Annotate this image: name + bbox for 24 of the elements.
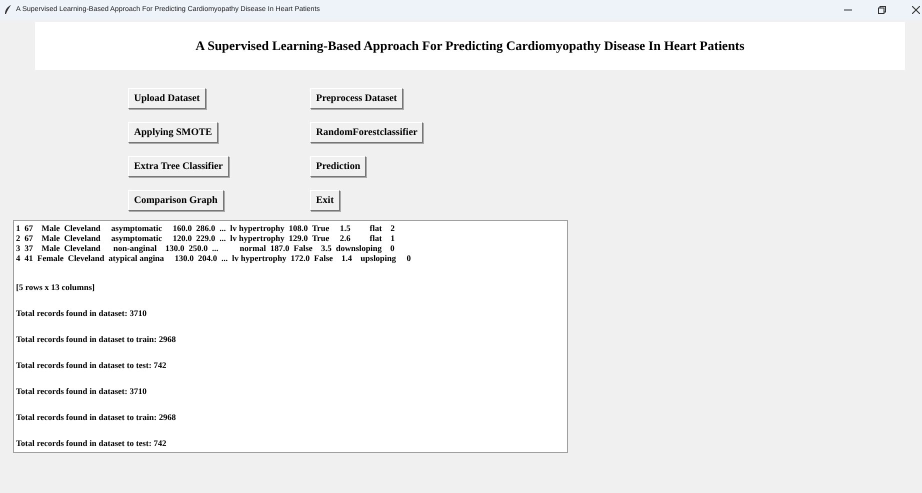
output-message: Total records found in dataset to train: 2968: [16, 334, 177, 344]
action-button[interactable]: RandomForestclassifier: [310, 122, 424, 143]
data-row-text: 3 37 Male Cleveland non-anginal 130.0 250.0 ... normal 187.0 False 3.5 downsloping 0: [16, 243, 396, 253]
output-message: [5 rows x 13 columns]: [16, 282, 96, 292]
output-message: Total records found in dataset: 3710: [16, 308, 148, 318]
close-icon[interactable]: [912, 6, 920, 14]
data-row-text: 4 41 Female Cleveland atypical angina 130.0 204.0 ... lv hypertrophy 172.0 False 1.4 upsloping 0: [16, 253, 412, 263]
data-row-text: 1 67 Male Cleveland asymptomatic 160.0 286.0 ... lv hypertrophy 108.0 True 1.5 flat 2: [16, 223, 396, 233]
action-button[interactable]: Upload Dataset: [128, 88, 206, 109]
data-row-text: 2 67 Male Cleveland asymptomatic 120.0 229.0 ... lv hypertrophy 129.0 True 2.6 flat 1: [16, 233, 396, 243]
action-button[interactable]: Extra Tree Classifier: [128, 156, 229, 177]
output-message: Total records found in dataset: 3710: [16, 386, 148, 396]
restore-icon[interactable]: [878, 6, 886, 14]
action-button[interactable]: Prediction: [310, 156, 366, 177]
action-button[interactable]: Exit: [310, 190, 340, 211]
action-button[interactable]: Comparison Graph: [128, 190, 224, 211]
output-message: Total records found in dataset to test: 742: [16, 438, 168, 448]
app-title: A Supervised Learning-Based Approach For Predicting Cardiomyopathy Disease In Heart Patients: [196, 37, 744, 56]
action-button[interactable]: Preprocess Dataset: [310, 88, 403, 109]
feather-icon: [4, 5, 12, 15]
output-message: Total records found in dataset to train: 2968: [16, 412, 177, 422]
output-message: Total records found in dataset to test: 742: [16, 360, 168, 370]
output-text-area[interactable]: [13, 220, 568, 453]
action-button[interactable]: Applying SMOTE: [128, 122, 218, 143]
